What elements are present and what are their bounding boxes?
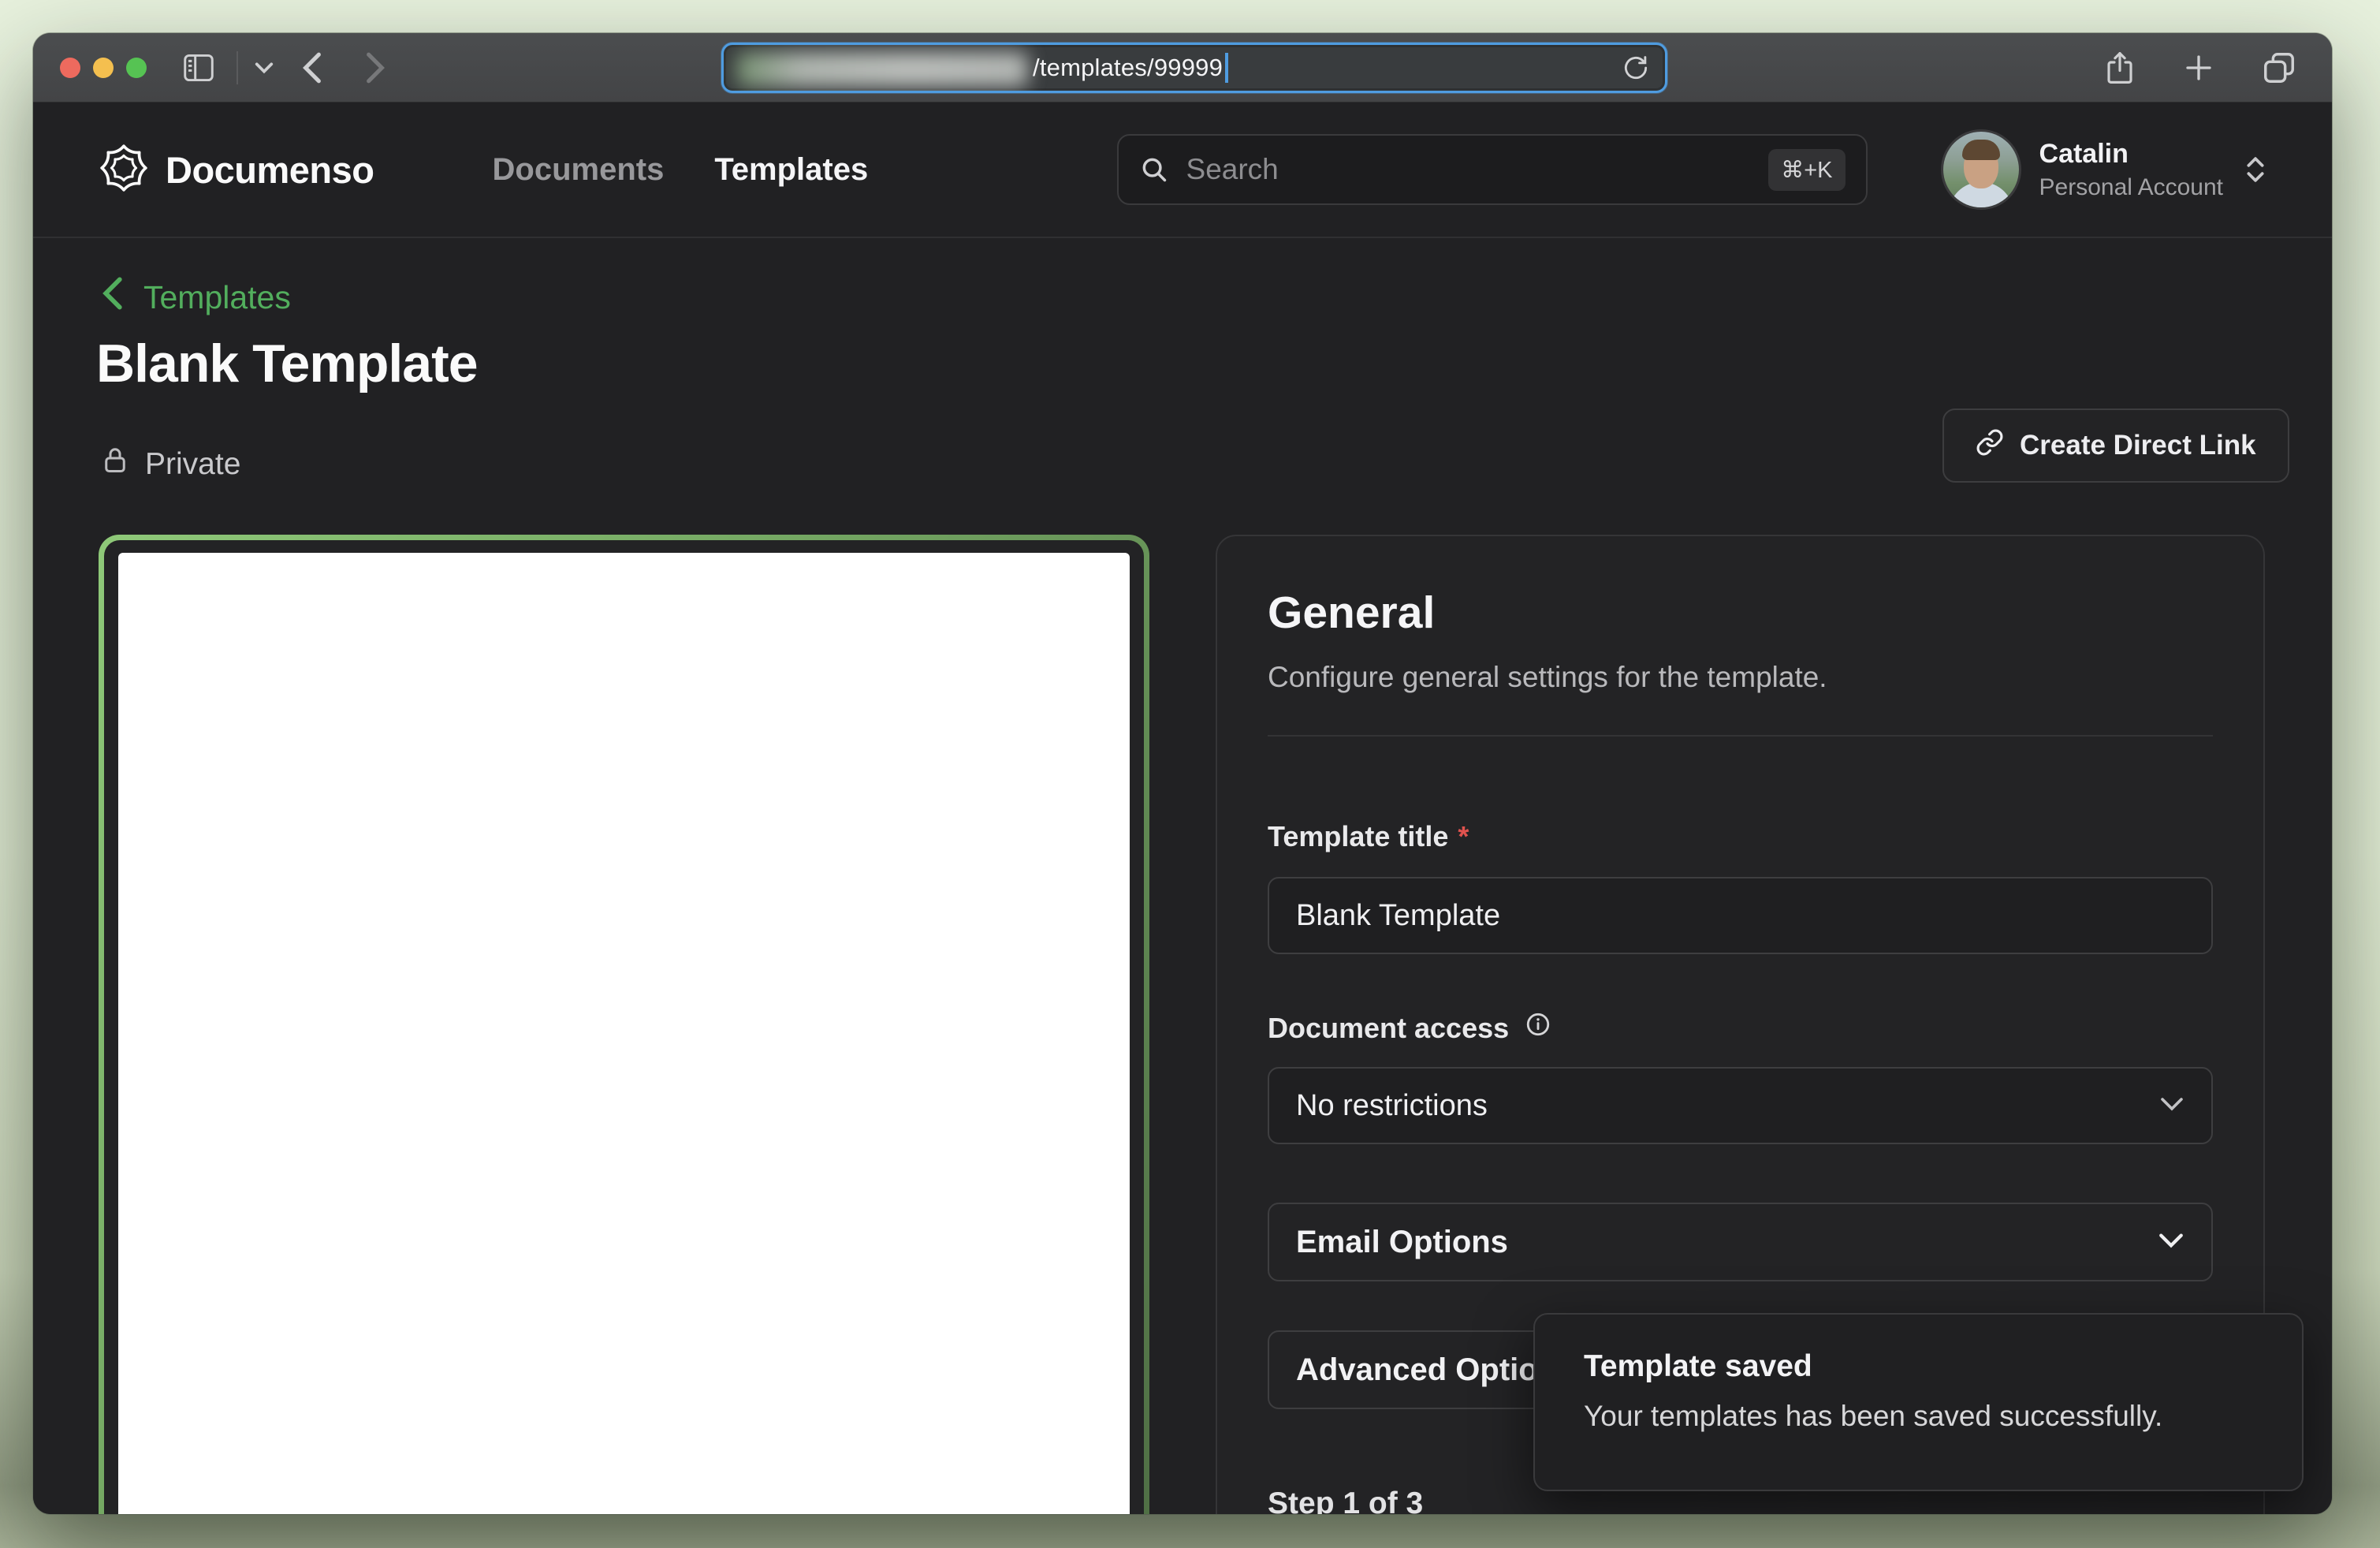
template-title-label: Template title * — [1268, 820, 2213, 853]
toast[interactable]: Template saved Your templates has been s… — [1533, 1313, 2304, 1491]
chevrons-up-down-icon — [2244, 155, 2267, 185]
panel-divider — [1268, 735, 2213, 737]
window-controls — [60, 58, 147, 78]
new-tab-icon[interactable] — [2182, 51, 2215, 84]
user-menu[interactable]: Catalin Personal Account — [1943, 132, 2267, 207]
accordion-email-options[interactable]: Email Options — [1268, 1203, 2213, 1281]
app-header: Documenso Documents Templates ⌘+K — [33, 103, 2332, 238]
documenso-logo-icon — [98, 142, 150, 198]
app-content: Documenso Documents Templates ⌘+K — [33, 103, 2332, 1514]
back-button-icon[interactable] — [301, 51, 323, 84]
sidebar-toggle-icon[interactable] — [181, 53, 216, 83]
back-link-label: Templates — [143, 279, 291, 316]
close-window-button[interactable] — [60, 58, 80, 78]
url-bar[interactable]: /templates/99999 — [721, 43, 1667, 93]
nav-item-documents[interactable]: Documents — [493, 152, 665, 188]
maximize-window-button[interactable] — [126, 58, 147, 78]
logo-text: Documenso — [166, 148, 374, 192]
document-page[interactable] — [118, 553, 1130, 1514]
reload-icon[interactable] — [1621, 45, 1651, 91]
chevron-down-icon — [2158, 1231, 2184, 1254]
search-icon — [1139, 155, 1169, 185]
chevron-down-icon — [2159, 1095, 2184, 1117]
url-path-text[interactable]: /templates/99999 — [1033, 54, 1223, 82]
toast-title: Template saved — [1584, 1349, 2253, 1384]
panel-description: Configure general settings for the templ… — [1268, 661, 2213, 694]
shortcut-badge: ⌘+K — [1768, 149, 1845, 191]
back-link[interactable]: Templates — [101, 276, 291, 319]
visibility-label: Private — [145, 447, 240, 482]
document-access-value: No restrictions — [1296, 1089, 1488, 1123]
required-asterisk: * — [1458, 820, 1469, 853]
text-caret — [1225, 53, 1228, 83]
template-title-input[interactable] — [1268, 877, 2213, 954]
document-access-label: Document access — [1268, 1011, 2213, 1045]
page-title: Blank Template — [96, 333, 478, 394]
create-direct-link-label: Create Direct Link — [2020, 430, 2256, 461]
avatar — [1943, 132, 2019, 207]
share-icon[interactable] — [2103, 50, 2136, 86]
visibility-row: Private — [101, 445, 240, 484]
browser-window: /templates/99999 — [33, 33, 2332, 1514]
minimize-window-button[interactable] — [93, 58, 114, 78]
documenso-logo[interactable]: Documenso — [98, 142, 374, 198]
user-account-type: Personal Account — [2039, 174, 2223, 201]
user-name: Catalin — [2039, 139, 2223, 170]
document-preview — [99, 535, 1149, 1514]
desktop-background: { "browser": { "url_path": "/templates/9… — [0, 0, 2380, 1548]
panel-heading: General — [1268, 587, 2213, 639]
toast-message: Your templates has been saved successful… — [1584, 1400, 2253, 1433]
chevron-down-icon[interactable] — [254, 61, 274, 75]
main-nav: Documents Templates — [493, 152, 869, 188]
search-bar[interactable]: ⌘+K — [1117, 134, 1868, 205]
search-input[interactable] — [1186, 153, 1752, 186]
chevron-left-icon — [101, 276, 125, 319]
create-direct-link-button[interactable]: Create Direct Link — [1942, 408, 2289, 483]
forward-button-icon[interactable] — [364, 51, 386, 84]
link-icon — [1976, 428, 2004, 464]
toolbar-divider — [237, 51, 238, 84]
document-access-select[interactable]: No restrictions — [1268, 1067, 2213, 1144]
blurred-domain — [736, 52, 1028, 87]
nav-item-templates[interactable]: Templates — [714, 152, 868, 188]
info-icon[interactable] — [1525, 1011, 1551, 1045]
tab-overview-icon[interactable] — [2261, 50, 2297, 86]
lock-icon — [101, 445, 129, 484]
browser-toolbar: /templates/99999 — [33, 33, 2332, 103]
